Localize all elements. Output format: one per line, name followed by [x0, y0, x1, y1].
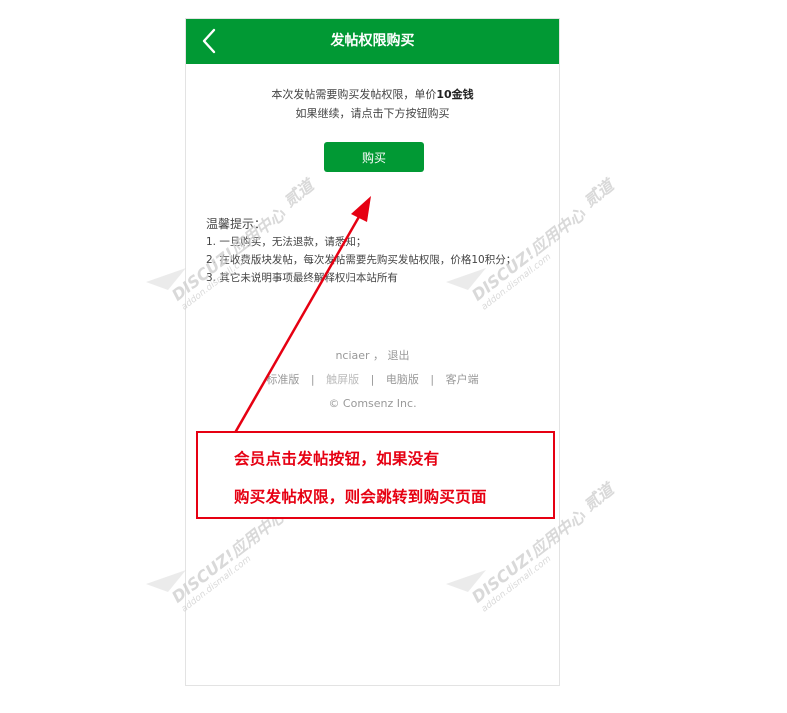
logout-link[interactable]: 退出: [388, 349, 410, 362]
purchase-notice: 本次发帖需要购买发帖权限，单价10金钱 如果继续，请点击下方按钮购买: [186, 85, 559, 123]
buy-button[interactable]: 购买: [324, 142, 424, 172]
price-value: 10金钱: [436, 88, 474, 101]
separator: |: [310, 373, 315, 386]
annotation-box: 会员点击发帖按钮，如果没有 购买发帖权限，则会跳转到购买页面: [196, 431, 555, 519]
standard-version-link[interactable]: 标准版: [266, 373, 299, 386]
watermark-extra: 贰道: [580, 479, 618, 515]
footer-comma: ，: [373, 349, 385, 362]
top-bar: 发帖权限购买: [186, 19, 559, 64]
annotation-text-line: 会员点击发帖按钮，如果没有: [234, 450, 440, 468]
footer: nciaer ， 退出 标准版 | 触屏版 | 电脑版 | 客户端 © Coms…: [186, 344, 559, 416]
notice-line-continue: 如果继续，请点击下方按钮购买: [295, 107, 450, 120]
separator: |: [370, 373, 375, 386]
footer-version-links: 标准版 | 触屏版 | 电脑版 | 客户端: [186, 368, 559, 392]
notice-line-price: 本次发帖需要购买发帖权限，单价10金钱: [186, 85, 559, 104]
copyright: © Comsenz Inc.: [328, 397, 417, 410]
touch-version-link[interactable]: 触屏版: [326, 373, 359, 386]
watermark-extra: 贰道: [580, 175, 618, 211]
page-title: 发帖权限购买: [330, 33, 415, 49]
client-link[interactable]: 客户端: [446, 373, 479, 386]
annotation-text-line: 购买发帖权限，则会跳转到购买页面: [234, 488, 487, 506]
desktop-version-link[interactable]: 电脑版: [386, 373, 419, 386]
username-link[interactable]: nciaer: [335, 349, 369, 362]
separator: |: [430, 373, 435, 386]
notice-text: 本次发帖需要购买发帖权限，单价: [271, 88, 437, 101]
footer-user-line: nciaer ， 退出: [186, 344, 559, 368]
